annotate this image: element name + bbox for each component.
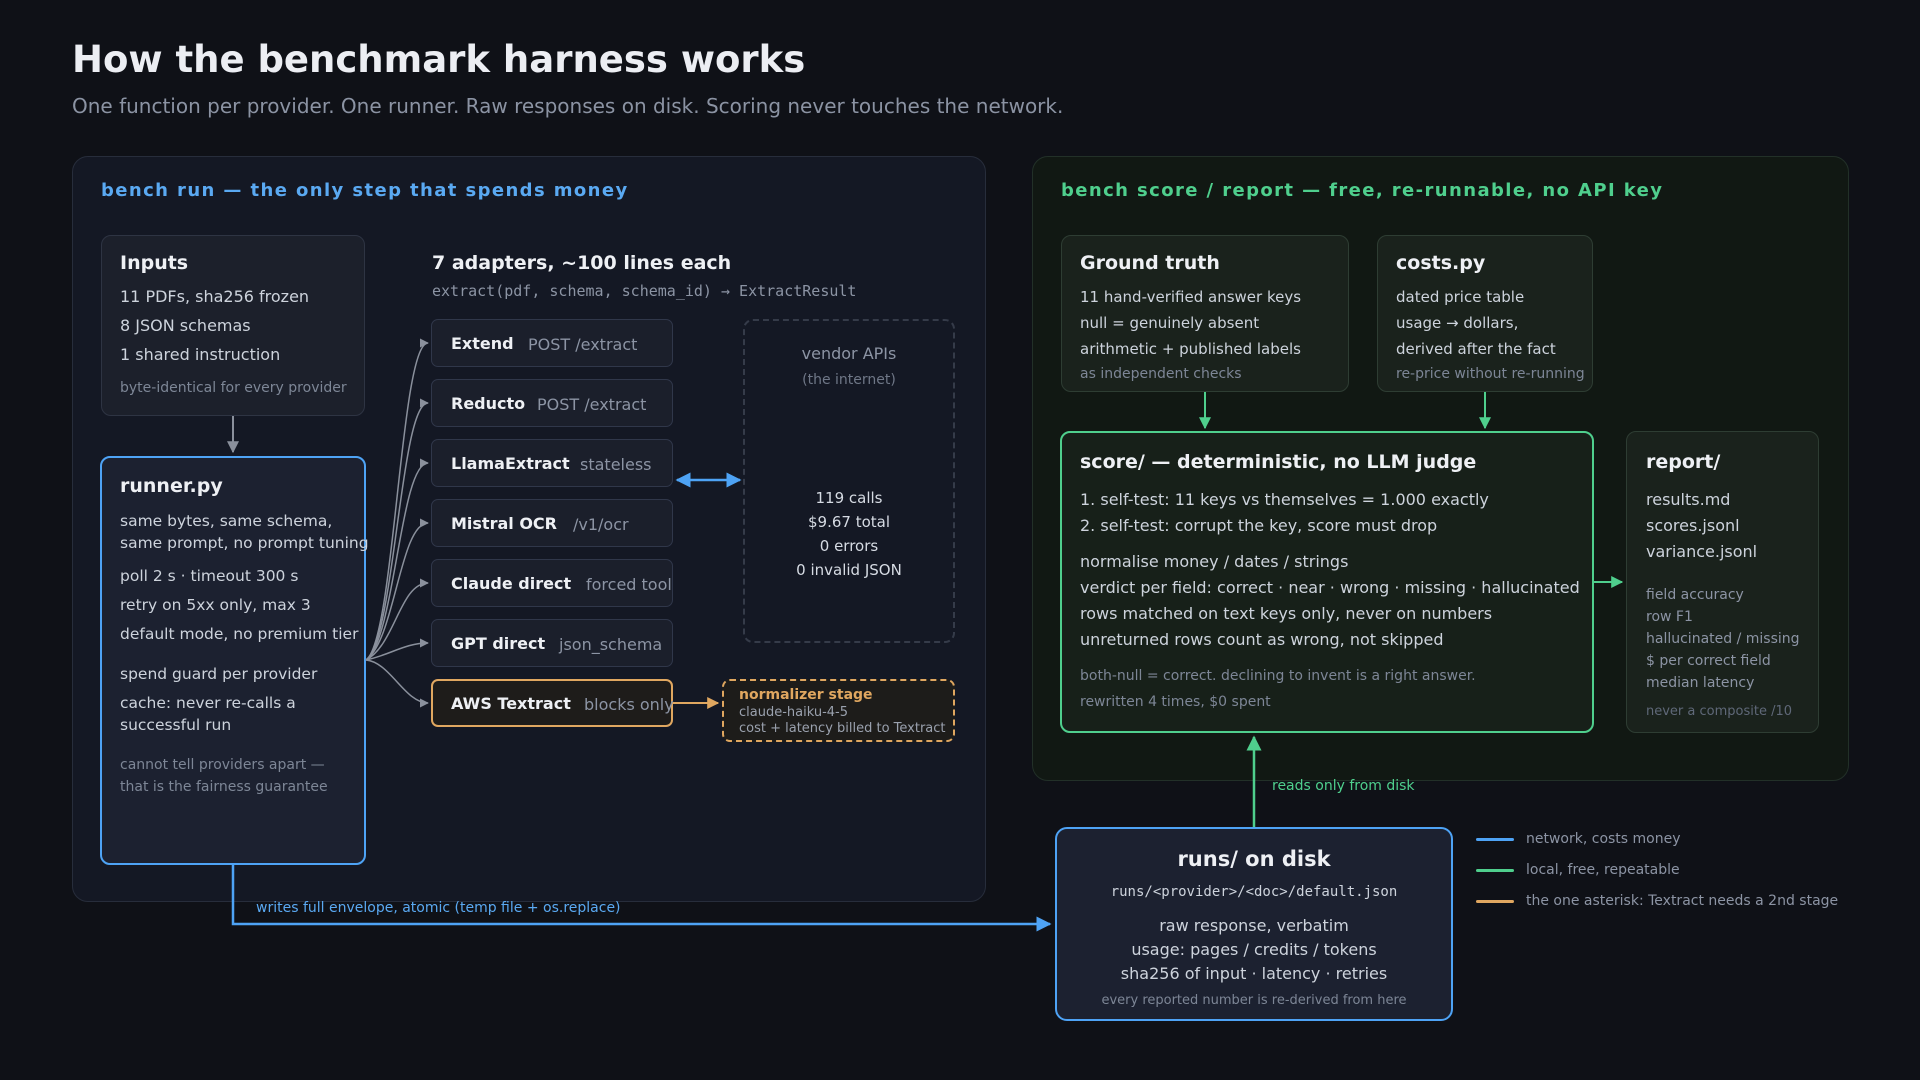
connector-layer xyxy=(227,338,1624,932)
arrow-runner-to-mistral xyxy=(365,518,429,661)
arrow-runner-to-disk xyxy=(231,865,1052,932)
arrow-runner-to-reducto xyxy=(365,398,429,661)
arrow-runner-to-textract xyxy=(365,659,429,708)
arrow-runner-to-extend xyxy=(365,338,429,661)
